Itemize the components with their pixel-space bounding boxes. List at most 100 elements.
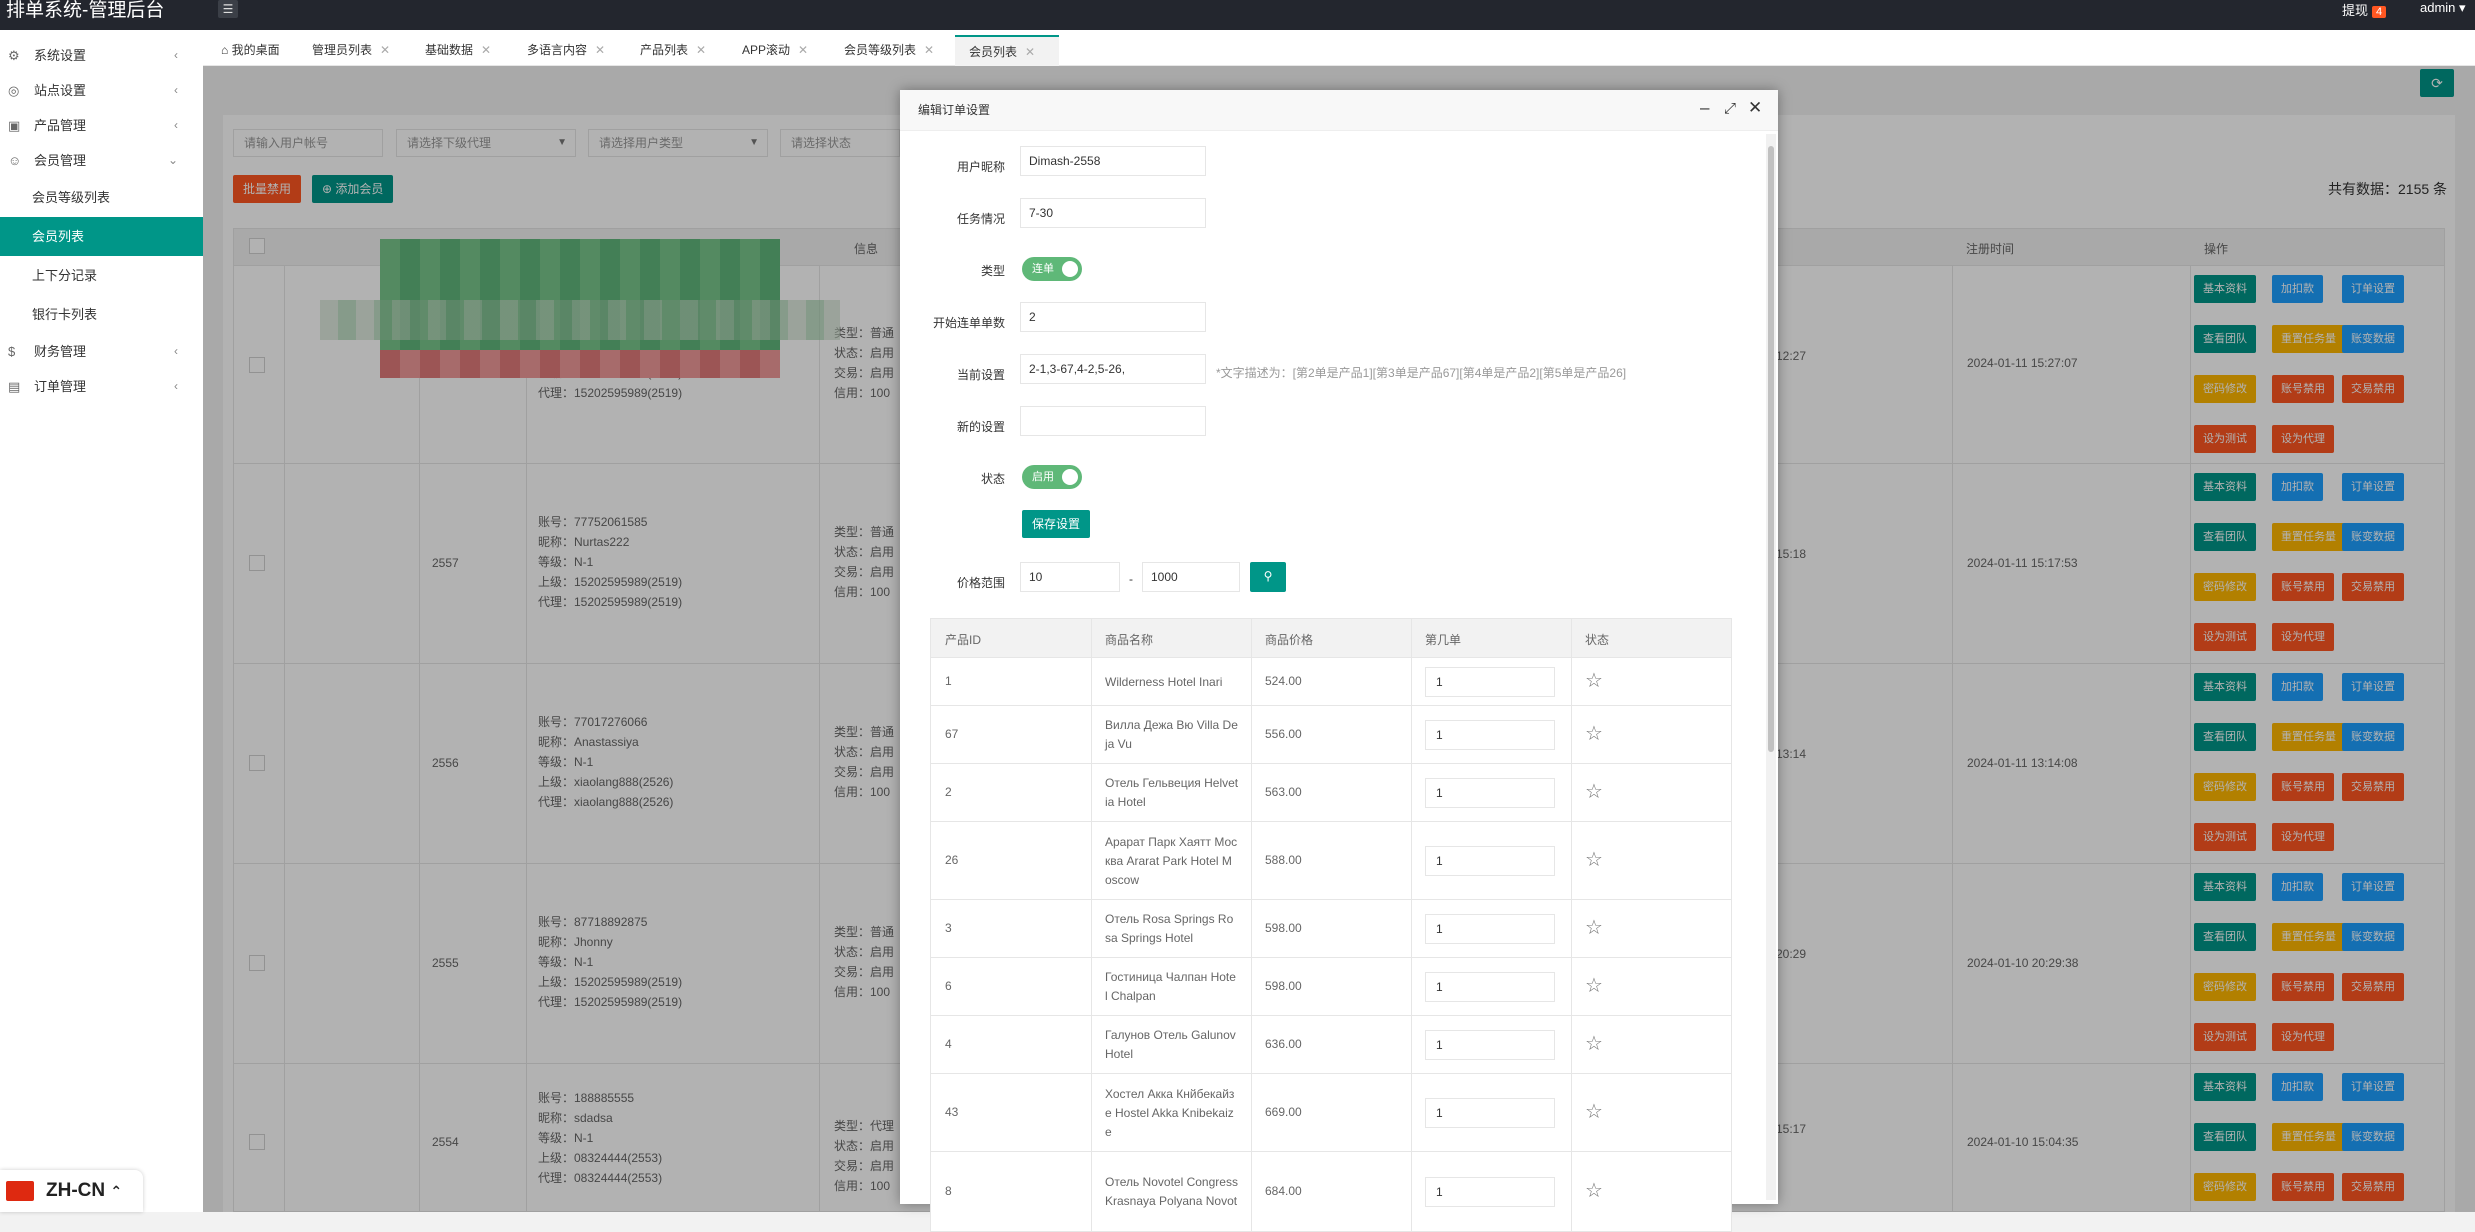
label-task: 任务情况 xyxy=(956,212,1005,226)
star-icon[interactable]: ☆ xyxy=(1585,1099,1603,1124)
tab-desktop[interactable]: ⌂ 我的桌面 xyxy=(217,35,317,66)
product-price: 563.00 xyxy=(1265,785,1302,799)
scrollbar-thumb[interactable] xyxy=(1768,146,1774,752)
sidebar-item-member[interactable]: ☺ 会员管理 ⌄ xyxy=(0,143,203,178)
minimize-icon[interactable]: – xyxy=(1700,98,1709,118)
language-switcher[interactable]: ZH-CN ⌃ xyxy=(0,1170,143,1212)
tab-label: 会员列表 xyxy=(969,45,1018,59)
product-row: 8 Отель Novotel Congress Krasnaya Polyana… xyxy=(930,1152,1732,1232)
close-icon[interactable]: ✕ xyxy=(924,43,934,57)
close-icon[interactable]: ✕ xyxy=(595,43,605,57)
tab-admin-list[interactable]: 管理员列表 ✕ xyxy=(312,35,412,66)
label-start: 开始连单单数 xyxy=(932,316,1005,330)
user-icon: ☺ xyxy=(8,153,22,168)
chevron-down-icon: ⌄ xyxy=(167,153,178,167)
chevron-left-icon: ‹ xyxy=(174,118,178,132)
status-toggle-label: 启用 xyxy=(1032,471,1054,483)
close-icon[interactable]: ✕ xyxy=(380,43,390,57)
home-icon: ⌂ xyxy=(221,43,229,57)
save-settings-button[interactable]: 保存设置 xyxy=(1022,510,1091,538)
label-status: 状态 xyxy=(980,472,1005,486)
maximize-icon[interactable]: ⤢ xyxy=(1724,100,1736,117)
tab-label: 基础数据 xyxy=(425,43,474,57)
sidebar-item-system[interactable]: ⚙ 系统设置 ‹ xyxy=(0,38,203,73)
close-icon[interactable]: ✕ xyxy=(1748,98,1762,118)
nickname-field[interactable]: Dimash-2558 xyxy=(1020,146,1206,176)
app-title: 排单系统-管理后台 xyxy=(6,0,165,21)
tab-products[interactable]: 产品列表 ✕ xyxy=(640,35,720,66)
star-icon[interactable]: ☆ xyxy=(1585,1178,1603,1203)
chevron-left-icon: ‹ xyxy=(174,344,178,358)
product-row: 1 Wilderness Hotel Inari 524.00 1 ☆ xyxy=(930,658,1732,706)
close-icon[interactable]: ✕ xyxy=(798,43,808,57)
product-name: Галунов Отель Galunov Hotel xyxy=(1105,1028,1236,1061)
task-field[interactable]: 7-30 xyxy=(1020,198,1206,228)
sidebar-item-product[interactable]: ▣ 产品管理 ‹ xyxy=(0,108,203,143)
new-setting-field[interactable] xyxy=(1020,406,1206,436)
star-icon[interactable]: ☆ xyxy=(1585,915,1603,940)
status-toggle[interactable]: 启用 xyxy=(1022,465,1082,489)
star-icon[interactable]: ☆ xyxy=(1585,721,1603,746)
star-icon[interactable]: ☆ xyxy=(1585,779,1603,804)
tab-app-scroll[interactable]: APP滚动 ✕ xyxy=(742,35,832,66)
col-product-price: 商品价格 xyxy=(1265,633,1314,647)
sidebar-item-label: 站点设置 xyxy=(34,83,87,98)
tab-multilang[interactable]: 多语言内容 ✕ xyxy=(527,35,627,66)
menu-toggle-icon[interactable]: ☰ xyxy=(218,0,238,18)
withdraw-label: 提现 xyxy=(2342,3,2369,18)
close-icon[interactable]: ✕ xyxy=(1025,45,1035,59)
star-icon[interactable]: ☆ xyxy=(1585,847,1603,872)
order-index-input[interactable]: 1 xyxy=(1425,972,1555,1002)
product-name: Отель Rosa Springs Ro sa Springs Hotel xyxy=(1105,912,1234,945)
sidebar-item-label: 财务管理 xyxy=(34,344,87,359)
order-index-input[interactable]: 1 xyxy=(1425,778,1555,808)
order-index-input[interactable]: 1 xyxy=(1425,1030,1555,1060)
product-name: Отель Novotel Congress Krasnaya Polyana … xyxy=(1105,1175,1238,1208)
product-id: 2 xyxy=(945,785,952,799)
search-icon[interactable]: ⚲ xyxy=(1250,562,1286,592)
order-index-input[interactable]: 1 xyxy=(1425,720,1555,750)
caret-down-icon: ▾ xyxy=(2459,0,2466,15)
order-index-input[interactable]: 1 xyxy=(1425,1098,1555,1128)
close-icon[interactable]: ✕ xyxy=(481,43,491,57)
order-index-input[interactable]: 1 xyxy=(1425,914,1555,944)
order-index-input[interactable]: 1 xyxy=(1425,1177,1555,1207)
star-icon[interactable]: ☆ xyxy=(1585,1031,1603,1056)
col-product-id: 产品ID xyxy=(945,633,982,647)
start-field[interactable]: 2 xyxy=(1020,302,1206,332)
price-min-field[interactable]: 10 xyxy=(1020,562,1120,592)
sidebar-sub-member-level[interactable]: 会员等级列表 xyxy=(0,178,203,217)
product-id: 1 xyxy=(945,674,952,688)
sidebar-sub-bankcard[interactable]: 银行卡列表 xyxy=(0,295,203,334)
sidebar-item-finance[interactable]: $ 财务管理 ‹ xyxy=(0,334,203,369)
star-icon[interactable]: ☆ xyxy=(1585,668,1603,693)
price-max-field[interactable]: 1000 xyxy=(1142,562,1240,592)
star-icon[interactable]: ☆ xyxy=(1585,973,1603,998)
type-toggle[interactable]: 连单 xyxy=(1022,257,1082,281)
sidebar-sub-points-log[interactable]: 上下分记录 xyxy=(0,256,203,295)
tab-member-level[interactable]: 会员等级列表 ✕ xyxy=(844,35,954,66)
sidebar-sub-member-list[interactable]: 会员列表 xyxy=(0,217,203,256)
chevron-left-icon: ‹ xyxy=(174,379,178,393)
label-current: 当前设置 xyxy=(956,368,1005,382)
order-index-input[interactable]: 1 xyxy=(1425,667,1555,697)
close-icon[interactable]: ✕ xyxy=(696,43,706,57)
sidebar-item-site[interactable]: ◎ 站点设置 ‹ xyxy=(0,73,203,108)
current-setting-field[interactable]: 2-1,3-67,4-2,5-26, xyxy=(1020,354,1206,384)
sidebar-item-label: 订单管理 xyxy=(34,379,87,394)
sidebar-item-order[interactable]: ▤ 订单管理 ‹ xyxy=(0,369,203,404)
language-label: ZH-CN xyxy=(46,1180,106,1201)
tab-base-data[interactable]: 基础数据 ✕ xyxy=(425,35,505,66)
tab-member-list[interactable]: 会员列表 ✕ xyxy=(955,35,1059,66)
chevron-up-icon: ⌃ xyxy=(110,1183,123,1199)
tab-label: 会员等级列表 xyxy=(844,43,917,57)
product-price: 598.00 xyxy=(1265,921,1302,935)
user-menu[interactable]: admin ▾ xyxy=(2420,0,2466,16)
sidebar-item-label: 产品管理 xyxy=(34,118,87,133)
order-index-input[interactable]: 1 xyxy=(1425,846,1555,876)
product-name: Отель Гельвеция Helvet ia Hotel xyxy=(1105,776,1239,809)
gear-icon: ⚙ xyxy=(8,48,20,63)
product-price: 588.00 xyxy=(1265,853,1302,867)
product-id: 4 xyxy=(945,1037,952,1051)
withdraw-notice[interactable]: 提现 4 xyxy=(2342,0,2387,19)
